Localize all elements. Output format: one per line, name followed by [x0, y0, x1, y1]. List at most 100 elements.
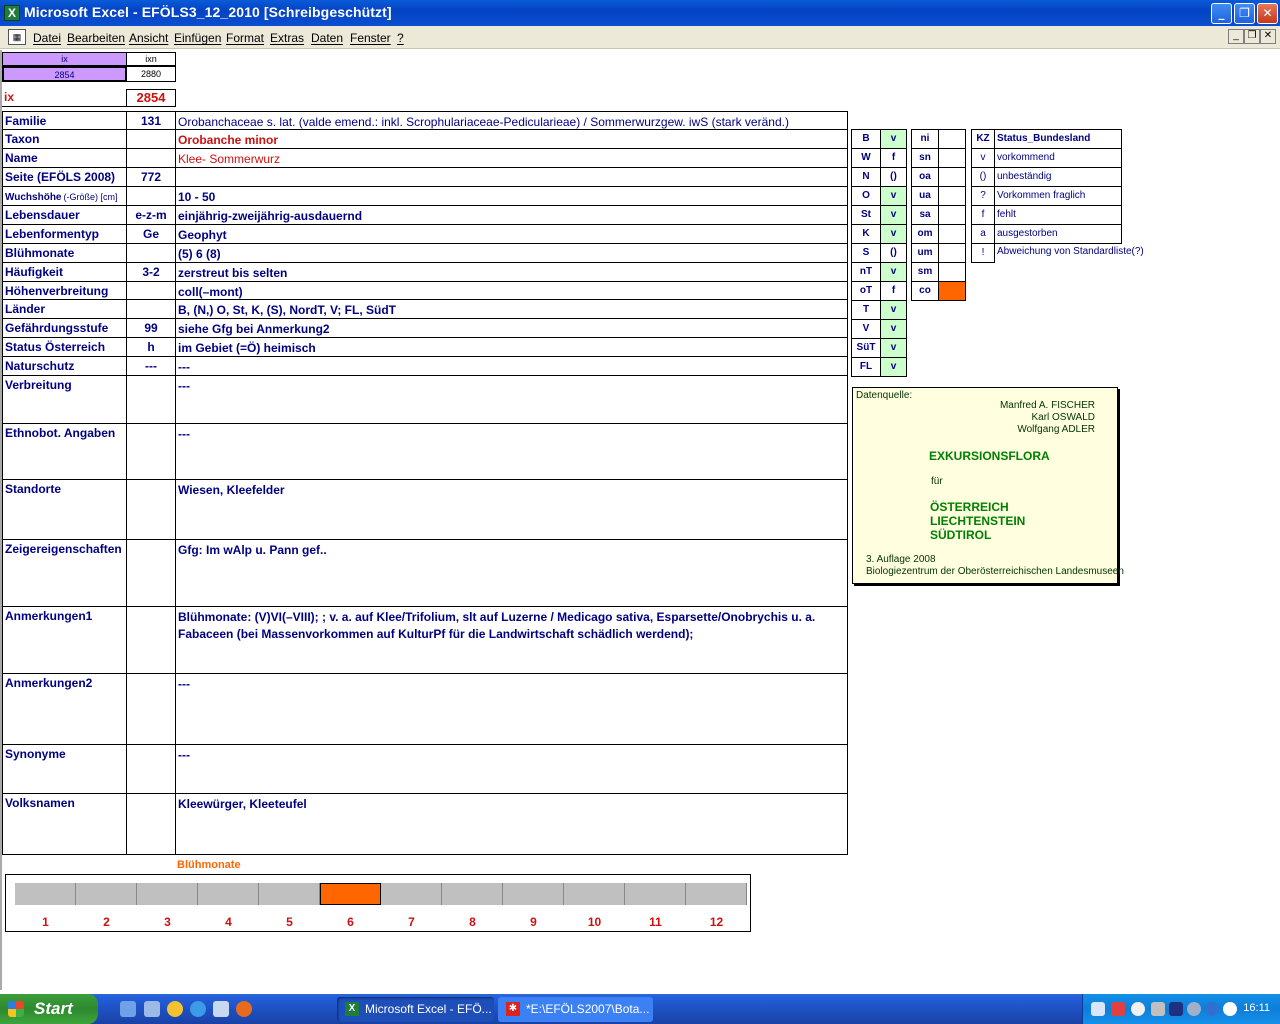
state-status[interactable]: f: [880, 148, 907, 168]
height-level-fill[interactable]: [938, 129, 966, 149]
ix-header[interactable]: ix: [2, 52, 127, 66]
doc-restore-button[interactable]: ❐: [1244, 29, 1260, 44]
field-code[interactable]: [126, 539, 176, 607]
field-value[interactable]: (5) 6 (8): [175, 243, 848, 263]
restore-button[interactable]: ❐: [1234, 3, 1255, 24]
state-status[interactable]: v: [880, 357, 907, 377]
field-code[interactable]: ---: [126, 356, 176, 376]
field-code[interactable]: [126, 606, 176, 674]
field-code[interactable]: [126, 243, 176, 263]
menu-help[interactable]: ?: [397, 31, 404, 45]
menu-format[interactable]: Format: [226, 31, 264, 45]
height-level-fill[interactable]: [938, 148, 966, 168]
doc-close-button[interactable]: ✕: [1260, 29, 1276, 44]
settings-icon[interactable]: [1151, 1002, 1165, 1016]
doc-minimize-button[interactable]: _: [1228, 29, 1244, 44]
field-value[interactable]: Kleewürger, Kleeteufel: [175, 793, 848, 855]
ixn-value-cell[interactable]: 2880: [126, 66, 176, 82]
field-value[interactable]: ---: [175, 744, 848, 794]
state-status[interactable]: v: [880, 224, 907, 244]
field-code[interactable]: [126, 375, 176, 424]
quicklaunch-ie-icon[interactable]: [190, 1001, 206, 1017]
field-code[interactable]: [126, 186, 176, 206]
menu-bearbeiten[interactable]: Bearbeiten: [67, 31, 125, 45]
ixn-header[interactable]: ixn: [126, 52, 176, 66]
field-code[interactable]: 131: [126, 111, 176, 130]
field-code[interactable]: 3-2: [126, 262, 176, 282]
field-code[interactable]: 772: [126, 167, 176, 187]
field-value[interactable]: ---: [175, 375, 848, 424]
shield-icon[interactable]: [1169, 1002, 1183, 1016]
menu-ansicht[interactable]: Ansicht: [129, 31, 168, 45]
menu-extras[interactable]: Extras: [270, 31, 304, 45]
state-status[interactable]: (): [880, 243, 907, 263]
field-code[interactable]: Ge: [126, 224, 176, 244]
menu-daten[interactable]: Daten: [311, 31, 343, 45]
field-code[interactable]: [126, 793, 176, 855]
field-value[interactable]: ---: [175, 356, 848, 376]
height-level-fill[interactable]: [938, 224, 966, 244]
field-value[interactable]: ---: [175, 423, 848, 480]
state-status[interactable]: v: [880, 338, 907, 358]
field-code[interactable]: [126, 479, 176, 540]
quicklaunch-desktop-icon[interactable]: [120, 1001, 136, 1017]
state-status[interactable]: v: [880, 319, 907, 339]
menu-fenster[interactable]: Fenster: [350, 31, 391, 45]
menu-datei[interactable]: Datei: [33, 31, 61, 45]
taskbar-item-excel[interactable]: X Microsoft Excel - EFÖ...: [337, 997, 494, 1022]
field-value[interactable]: B, (N,) O, St, K, (S), NordT, V; FL, Süd…: [175, 299, 848, 319]
minimize-button[interactable]: _: [1211, 3, 1232, 24]
update-icon[interactable]: [1187, 1002, 1201, 1016]
quicklaunch-explorer-icon[interactable]: [144, 1001, 160, 1017]
ix-value-cell[interactable]: 2854: [2, 66, 127, 82]
state-status[interactable]: v: [880, 300, 907, 320]
state-status[interactable]: v: [880, 205, 907, 225]
field-code[interactable]: [126, 673, 176, 745]
state-status[interactable]: v: [880, 129, 907, 149]
field-code[interactable]: [126, 744, 176, 794]
start-button[interactable]: Start: [0, 994, 98, 1024]
menu-einfuegen[interactable]: Einfügen: [174, 31, 221, 45]
document-icon[interactable]: ▦: [8, 29, 26, 45]
close-button[interactable]: ✕: [1257, 3, 1278, 24]
height-level-fill[interactable]: [938, 243, 966, 263]
field-value[interactable]: einjährig-zweijährig-ausdauernd: [175, 205, 848, 225]
field-value[interactable]: ---: [175, 673, 848, 745]
height-level-fill[interactable]: [938, 262, 966, 282]
quicklaunch-media-icon[interactable]: [167, 1001, 183, 1017]
field-code[interactable]: [126, 129, 176, 149]
taskbar-item-explorer[interactable]: ✱ *E:\EFÖLS2007\Bota...: [498, 997, 653, 1022]
ix-big-value[interactable]: 2854: [126, 89, 176, 107]
height-level-fill[interactable]: [938, 186, 966, 206]
field-code[interactable]: [126, 423, 176, 480]
height-level-fill[interactable]: [938, 281, 966, 301]
height-level-fill[interactable]: [938, 205, 966, 225]
info-icon[interactable]: [1205, 1002, 1219, 1016]
quicklaunch-outlook-icon[interactable]: [213, 1001, 229, 1017]
field-value[interactable]: coll(–mont): [175, 281, 848, 300]
state-status[interactable]: (): [880, 167, 907, 187]
field-code[interactable]: e-z-m: [126, 205, 176, 225]
alert-icon[interactable]: [1111, 1002, 1125, 1016]
field-value[interactable]: Orobanche minor: [175, 129, 848, 149]
field-value[interactable]: siehe Gfg bei Anmerkung2: [175, 318, 848, 338]
field-value[interactable]: im Gebiet (=Ö) heimisch: [175, 337, 848, 357]
field-value[interactable]: Blühmonate: (V)VI(–VIII); ; v. a. auf Kl…: [175, 606, 848, 674]
field-value[interactable]: zerstreut bis selten: [175, 262, 848, 282]
field-code[interactable]: [126, 299, 176, 319]
field-value[interactable]: Gfg: Im wAlp u. Pann gef..: [175, 539, 848, 607]
field-value[interactable]: Wiesen, Kleefelder: [175, 479, 848, 540]
search-icon[interactable]: [1131, 1002, 1145, 1016]
field-code[interactable]: h: [126, 337, 176, 357]
field-code[interactable]: [126, 148, 176, 168]
quicklaunch-firefox-icon[interactable]: [236, 1001, 252, 1017]
field-code[interactable]: [126, 281, 176, 300]
state-status[interactable]: f: [880, 281, 907, 301]
height-level-fill[interactable]: [938, 167, 966, 187]
field-value[interactable]: 10 - 50: [175, 186, 848, 206]
field-value[interactable]: Orobanchaceae s. lat. (valde emend.: ink…: [175, 111, 848, 130]
field-value[interactable]: Klee- Sommerwurz: [175, 148, 848, 168]
state-status[interactable]: v: [880, 186, 907, 206]
state-status[interactable]: v: [880, 262, 907, 282]
network-icon[interactable]: [1091, 1002, 1105, 1016]
